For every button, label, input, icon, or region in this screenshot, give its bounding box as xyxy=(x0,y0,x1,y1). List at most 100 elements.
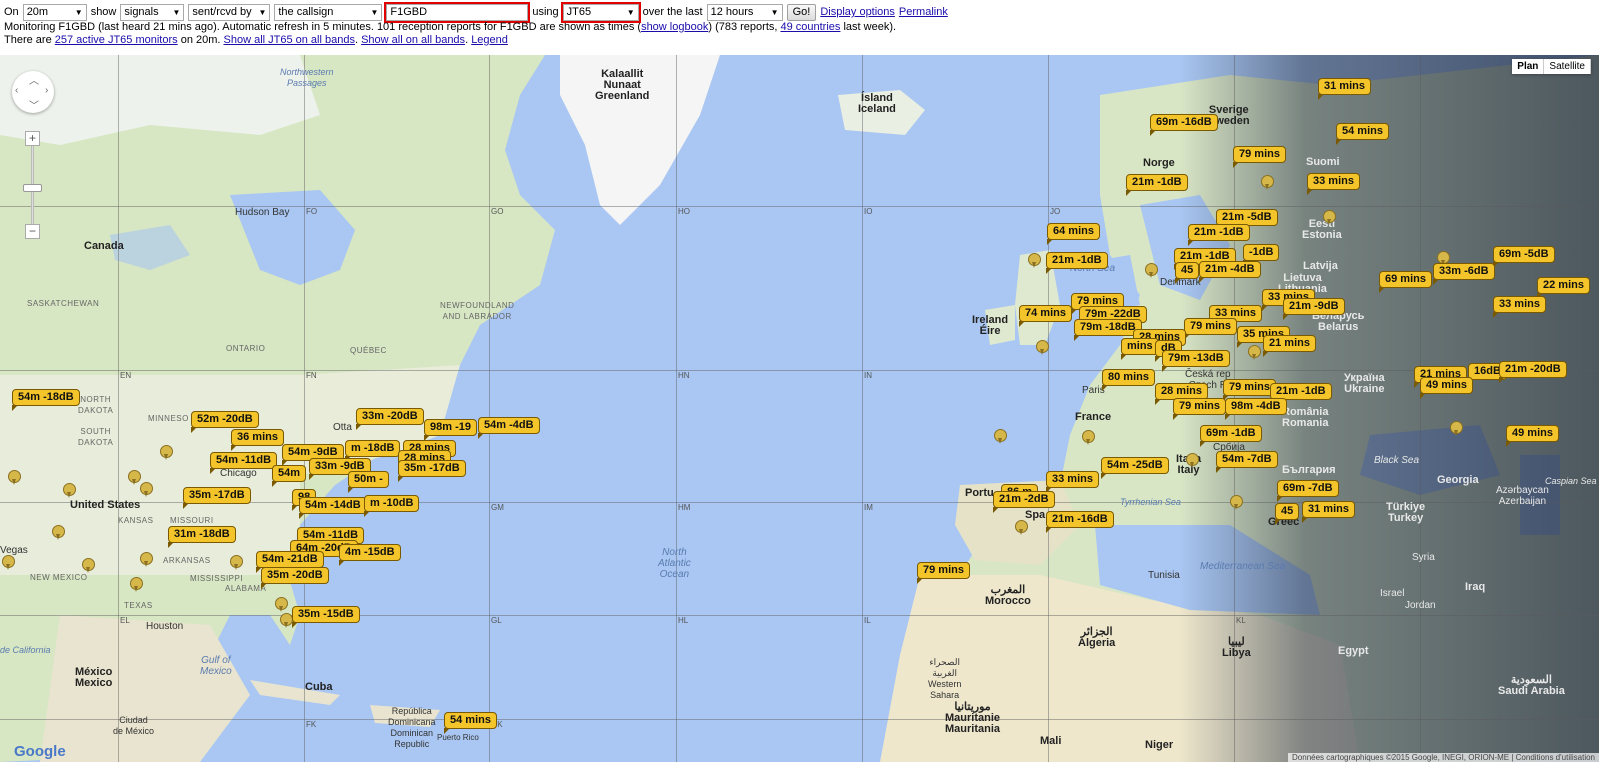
report-label[interactable]: 54m -21dB xyxy=(255,551,324,573)
report-label[interactable]: 35m -20dB xyxy=(261,567,329,589)
direction-select[interactable]: sent/rcvd by ▼ xyxy=(188,3,271,21)
pan-control[interactable]: ︿ ‹ › ﹀ xyxy=(12,71,54,113)
report-label[interactable]: 79 mins xyxy=(1233,146,1286,168)
map-copyright[interactable]: Données cartographiques ©2015 Google, IN… xyxy=(1288,753,1599,762)
mode-select[interactable]: JT65 ▼ xyxy=(560,1,641,23)
report-label[interactable]: 21m -1dB xyxy=(1188,224,1250,246)
report-label[interactable]: m -10dB xyxy=(364,495,420,517)
report-label[interactable]: 49 mins xyxy=(1506,425,1559,447)
report-label[interactable]: 54m -11dB xyxy=(210,452,278,474)
station-pin[interactable] xyxy=(1145,263,1158,278)
pan-left-icon[interactable]: ‹ xyxy=(15,85,18,96)
report-label[interactable]: 35m -17dB xyxy=(398,460,466,482)
show-all-jt65-link[interactable]: Show all JT65 on all bands xyxy=(224,34,355,46)
report-label[interactable]: 21m -2dB xyxy=(993,491,1055,513)
station-pin[interactable] xyxy=(994,429,1007,444)
report-label[interactable]: 33 mins xyxy=(1307,173,1360,195)
report-label[interactable]: -1dB xyxy=(1243,244,1280,266)
report-label[interactable]: 79 mins xyxy=(1223,379,1276,401)
report-label[interactable]: 36 mins xyxy=(231,429,284,451)
pan-down-icon[interactable]: ﹀ xyxy=(29,97,39,112)
show-logbook-link[interactable]: show logbook xyxy=(641,21,708,33)
station-pin[interactable] xyxy=(1015,520,1028,535)
station-pin[interactable] xyxy=(1186,453,1199,468)
report-label[interactable]: 69m -5dB xyxy=(1493,246,1555,268)
report-label[interactable]: 45 xyxy=(1175,262,1200,284)
station-pin[interactable] xyxy=(140,482,153,497)
report-label[interactable]: 54m xyxy=(272,465,307,487)
pan-up-icon[interactable]: ︿ xyxy=(29,72,39,87)
report-label[interactable]: 69m -16dB xyxy=(1150,114,1218,136)
zoom-in-icon[interactable]: + xyxy=(25,131,40,146)
station-pin[interactable] xyxy=(128,470,141,485)
map-type-plan[interactable]: Plan xyxy=(1512,59,1545,74)
report-label[interactable]: mins xyxy=(1121,338,1159,360)
report-label[interactable]: 54 mins xyxy=(444,712,497,734)
report-label[interactable]: 54m -14dB xyxy=(299,497,367,519)
report-label[interactable]: 21m -9dB xyxy=(1283,298,1345,320)
station-pin[interactable] xyxy=(1082,430,1095,445)
legend-link[interactable]: Legend xyxy=(471,34,508,46)
report-label[interactable]: 74 mins xyxy=(1019,305,1072,327)
show-select[interactable]: signals ▼ xyxy=(120,3,185,21)
station-pin[interactable] xyxy=(1323,210,1336,225)
report-label[interactable]: 79 mins xyxy=(917,562,970,584)
go-button[interactable]: Go! xyxy=(786,3,817,21)
report-label[interactable]: 64 mins xyxy=(1047,223,1100,245)
station-pin[interactable] xyxy=(2,555,15,570)
report-label[interactable]: 33 mins xyxy=(1493,296,1546,318)
report-label[interactable]: 4m -15dB xyxy=(339,544,401,566)
band-select[interactable]: 20m ▼ xyxy=(22,3,87,21)
map-canvas[interactable]: FO GO HO IO JO EN FN HN IN GM HM IM EL F… xyxy=(0,55,1599,762)
station-pin[interactable] xyxy=(1261,175,1274,190)
report-label[interactable]: 54m -7dB xyxy=(1216,451,1278,473)
report-label[interactable]: 52m -20dB xyxy=(191,411,259,433)
report-label[interactable]: 98m -4dB xyxy=(1225,398,1287,420)
report-label[interactable]: 54m -4dB xyxy=(478,417,540,439)
countries-link[interactable]: 49 countries xyxy=(780,21,840,33)
station-pin[interactable] xyxy=(52,525,65,540)
report-label[interactable]: 21m -1dB xyxy=(1046,252,1108,274)
report-label[interactable]: 79 mins xyxy=(1184,318,1237,340)
report-label[interactable]: 54m -18dB xyxy=(12,389,80,411)
report-label[interactable]: 50m - xyxy=(348,471,389,493)
report-label[interactable]: 79 mins xyxy=(1173,398,1226,420)
report-label[interactable]: 45 xyxy=(1275,503,1300,525)
report-label[interactable]: 35m -15dB xyxy=(292,606,360,628)
report-label[interactable]: 79m -18dB xyxy=(1074,319,1142,341)
report-label[interactable]: 35m -17dB xyxy=(183,487,251,509)
station-pin[interactable] xyxy=(8,470,21,485)
report-label[interactable]: 80 mins xyxy=(1102,369,1155,391)
station-pin[interactable] xyxy=(160,445,173,460)
station-pin[interactable] xyxy=(1450,421,1463,436)
report-label[interactable]: 31 mins xyxy=(1318,78,1371,100)
period-select[interactable]: 12 hours ▼ xyxy=(706,3,783,21)
station-pin[interactable] xyxy=(275,597,288,612)
report-label[interactable]: 31m -18dB xyxy=(168,526,236,548)
report-label[interactable]: 33m -6dB xyxy=(1433,263,1495,285)
show-all-link[interactable]: Show all on all bands xyxy=(361,34,465,46)
station-pin[interactable] xyxy=(140,552,153,567)
station-pin[interactable] xyxy=(280,613,293,628)
report-label[interactable]: 79m -13dB xyxy=(1162,350,1230,372)
permalink-link[interactable]: Permalink xyxy=(899,6,948,18)
pan-right-icon[interactable]: › xyxy=(45,85,48,96)
station-pin[interactable] xyxy=(82,558,95,573)
report-label[interactable]: 21m -4dB xyxy=(1199,261,1261,283)
station-pin[interactable] xyxy=(1230,495,1243,510)
station-pin[interactable] xyxy=(130,577,143,592)
zoom-slider-handle[interactable] xyxy=(23,184,42,192)
station-pin[interactable] xyxy=(1028,253,1041,268)
report-label[interactable]: 54 mins xyxy=(1336,123,1389,145)
report-label[interactable]: m -18dB xyxy=(345,440,401,462)
report-label[interactable]: 21m -16dB xyxy=(1046,511,1114,533)
google-logo[interactable]: Google xyxy=(14,743,66,760)
report-label[interactable]: 69m -7dB xyxy=(1277,480,1339,502)
active-monitors-link[interactable]: 257 active JT65 monitors xyxy=(55,34,178,46)
station-pin[interactable] xyxy=(1036,340,1049,355)
report-label[interactable]: 31 mins xyxy=(1302,501,1355,523)
report-label[interactable]: 21 mins xyxy=(1263,335,1316,357)
report-label[interactable]: 21m -20dB xyxy=(1499,361,1567,383)
target-type-select[interactable]: the callsign ▼ xyxy=(274,3,383,21)
report-label[interactable]: 54m -25dB xyxy=(1101,457,1169,479)
